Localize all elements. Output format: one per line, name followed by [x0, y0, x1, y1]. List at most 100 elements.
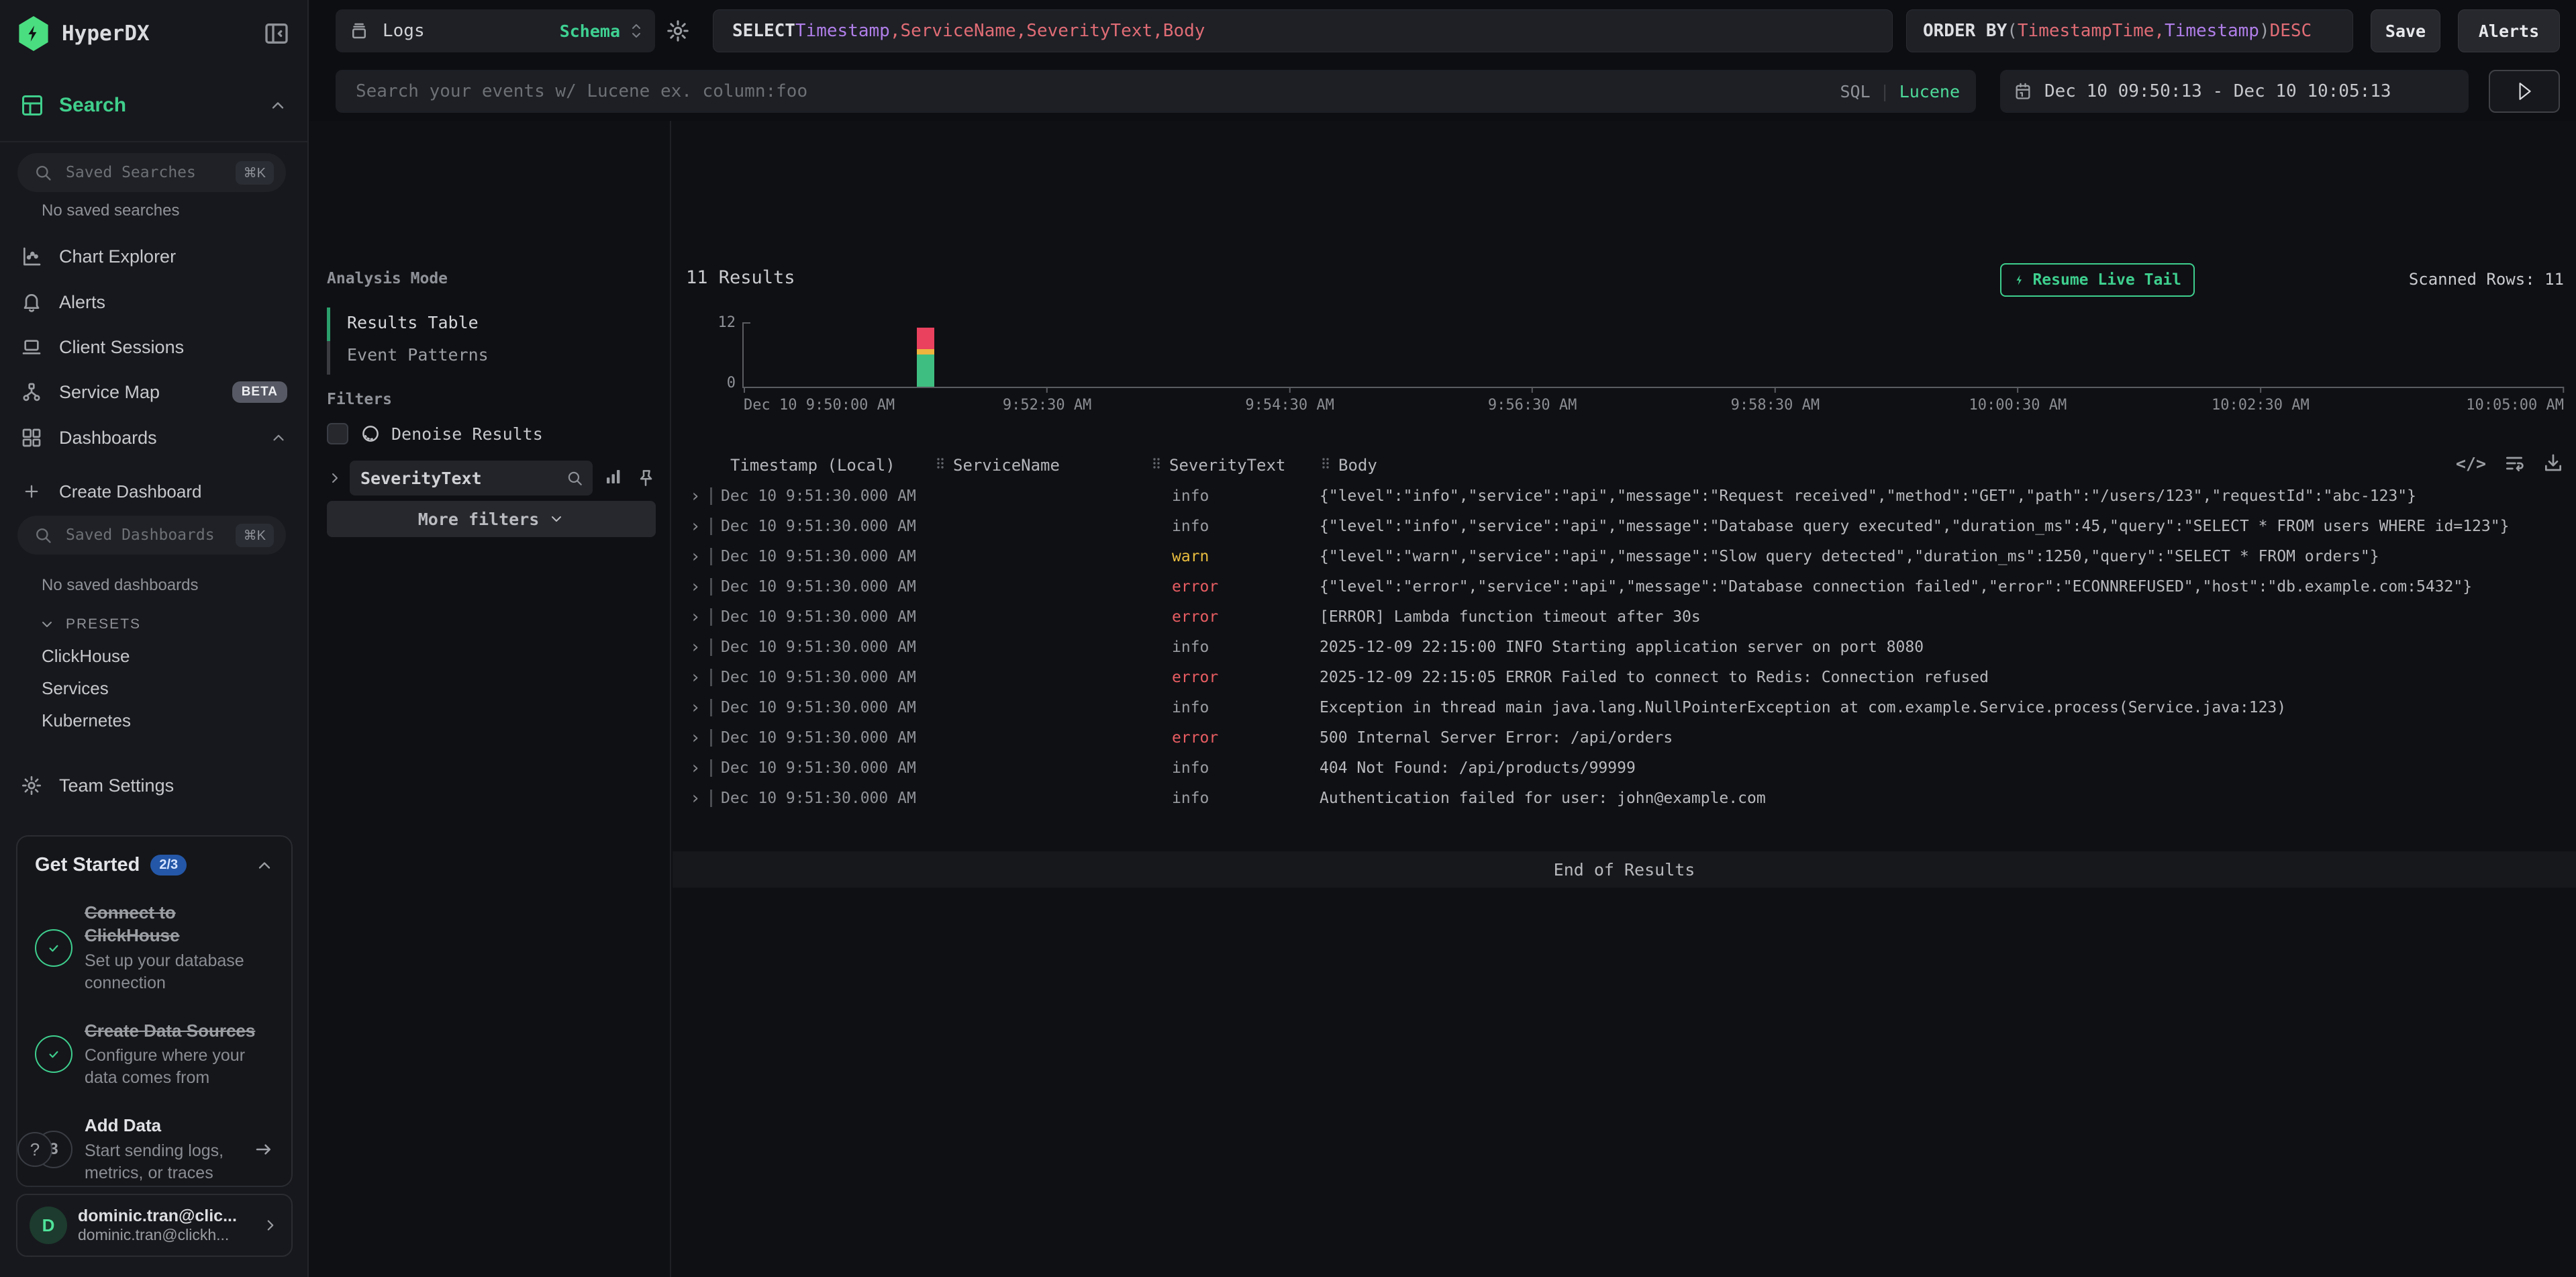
row-expand-chevron[interactable]: ›	[686, 577, 710, 597]
table-row[interactable]: › Dec 10 9:51:30.000 AM warn {"level":"w…	[686, 541, 2564, 571]
row-severity-bar	[710, 699, 712, 716]
shortcut-badge: ⌘K	[236, 161, 274, 185]
table-row[interactable]: › Dec 10 9:51:30.000 AM error {"level":"…	[686, 571, 2564, 602]
search-icon[interactable]	[566, 469, 583, 487]
sidebar-item-client-sessions[interactable]: Client Sessions	[0, 327, 307, 367]
preset-kubernetes[interactable]: Kubernetes	[42, 710, 131, 731]
x-axis-tick: 9:52:30 AM	[1003, 387, 1091, 414]
date-range-picker[interactable]: Dec 10 09:50:13 - Dec 10 10:05:13	[2000, 70, 2469, 113]
resume-live-tail-button[interactable]: Resume Live Tail	[2000, 263, 2195, 297]
orderby-clause-input[interactable]: ORDER BY (TimestampTime, Timestamp) DESC	[1906, 9, 2353, 52]
create-dashboard-button[interactable]: Create Dashboard	[0, 474, 307, 509]
row-expand-chevron[interactable]: ›	[686, 547, 710, 567]
row-timestamp: Dec 10 9:51:30.000 AM	[721, 790, 934, 807]
chevron-up-icon[interactable]	[270, 429, 287, 446]
query-language-toggle[interactable]: SQL | Lucene	[1840, 82, 1960, 101]
table-row[interactable]: › Dec 10 9:51:30.000 AM error 500 Intern…	[686, 722, 2564, 753]
preset-services[interactable]: Services	[42, 678, 109, 699]
sidebar-item-alerts[interactable]: Alerts	[0, 282, 307, 322]
histogram-plot[interactable]: Dec 10 9:50:00 AM9:52:30 AM9:54:30 AM9:5…	[742, 322, 2564, 388]
get-started-item-desc: Set up your database connection	[85, 950, 274, 994]
table-row[interactable]: › Dec 10 9:51:30.000 AM error 2025-12-09…	[686, 662, 2564, 692]
table-row[interactable]: › Dec 10 9:51:30.000 AM info Authenticat…	[686, 783, 2564, 813]
calendar-icon	[2014, 82, 2032, 101]
get-started-header[interactable]: Get Started 2/3	[35, 854, 274, 876]
row-body: 2025-12-09 22:15:00 INFO Starting applic…	[1311, 638, 2564, 656]
mode-results-table[interactable]: Results Table	[347, 313, 479, 332]
select-clause-input[interactable]: SELECT Timestamp,ServiceName,SeverityTex…	[713, 9, 1893, 52]
denoise-results-toggle[interactable]: Denoise Results	[327, 423, 543, 444]
code-view-icon[interactable]: </>	[2456, 454, 2486, 473]
column-header-body[interactable]: Body </>	[1311, 455, 2564, 475]
download-icon[interactable]	[2542, 453, 2564, 474]
pin-icon[interactable]	[636, 468, 656, 488]
histogram-stacked-bar[interactable]	[917, 322, 934, 387]
get-started-item-sources[interactable]: Create Data Sources Configure where your…	[35, 1020, 274, 1090]
table-row[interactable]: › Dec 10 9:51:30.000 AM info 404 Not Fou…	[686, 753, 2564, 783]
sql-token: DESC	[2270, 21, 2312, 41]
table-row[interactable]: › Dec 10 9:51:30.000 AM info {"level":"i…	[686, 511, 2564, 541]
sidebar-item-search[interactable]: Search	[0, 86, 307, 125]
sidebar-item-service-map[interactable]: Service Map BETA	[0, 372, 307, 412]
bar-chart-icon[interactable]	[603, 467, 624, 490]
row-expand-chevron[interactable]: ›	[686, 637, 710, 657]
row-expand-chevron[interactable]: ›	[686, 667, 710, 688]
row-expand-chevron[interactable]: ›	[686, 758, 710, 778]
column-header-timestamp[interactable]: Timestamp (Local)	[721, 456, 934, 475]
table-row[interactable]: › Dec 10 9:51:30.000 AM error [ERROR] La…	[686, 602, 2564, 632]
row-severity-bar	[710, 790, 712, 807]
row-timestamp: Dec 10 9:51:30.000 AM	[721, 608, 934, 626]
saved-searches-input-wrap: ⌘K	[17, 153, 286, 192]
drag-handle-icon[interactable]	[1150, 455, 1162, 475]
source-label: Logs	[383, 21, 560, 41]
sidebar-item-chart-explorer[interactable]: Chart Explorer	[0, 236, 307, 277]
row-expand-chevron[interactable]: ›	[686, 788, 710, 808]
sidebar-item-dashboards[interactable]: Dashboards	[0, 418, 307, 458]
save-button[interactable]: Save	[2371, 9, 2440, 52]
preset-clickhouse[interactable]: ClickHouse	[42, 646, 130, 667]
presets-toggle[interactable]: PRESETS	[39, 616, 141, 632]
wrap-lines-icon[interactable]	[2504, 453, 2525, 474]
row-expand-chevron[interactable]: ›	[686, 486, 710, 506]
run-query-button[interactable]	[2489, 70, 2560, 113]
mode-event-patterns[interactable]: Event Patterns	[347, 345, 489, 365]
alerts-button[interactable]: Alerts	[2458, 9, 2560, 52]
severity-filter-field[interactable]: SeverityText	[350, 461, 593, 495]
row-expand-chevron[interactable]: ›	[686, 698, 710, 718]
chevron-up-icon[interactable]	[255, 856, 274, 875]
logs-source-icon	[349, 21, 369, 41]
row-expand-chevron[interactable]: ›	[686, 607, 710, 627]
sidebar-collapse-icon[interactable]	[263, 20, 290, 47]
source-select[interactable]: Logs Schema	[336, 9, 655, 52]
column-header-severitytext[interactable]: SeverityText	[1150, 455, 1311, 475]
sidebar-item-label: Alerts	[59, 292, 287, 313]
table-row[interactable]: › Dec 10 9:51:30.000 AM info 2025-12-09 …	[686, 632, 2564, 662]
saved-searches-input[interactable]	[64, 163, 236, 182]
denoise-checkbox[interactable]	[327, 423, 348, 444]
drag-handle-icon[interactable]	[1320, 455, 1332, 475]
column-header-servicename[interactable]: ServiceName	[934, 455, 1150, 475]
drag-handle-icon[interactable]	[934, 455, 946, 475]
more-filters-button[interactable]: More filters	[327, 501, 656, 537]
chevron-right-icon[interactable]	[327, 470, 343, 486]
row-expand-chevron[interactable]: ›	[686, 728, 710, 748]
source-settings-gear-icon[interactable]	[666, 19, 690, 43]
row-severity: error	[1150, 729, 1311, 747]
get-started-item-connect[interactable]: Connect to ClickHouse Set up your databa…	[35, 902, 274, 994]
table-row[interactable]: › Dec 10 9:51:30.000 AM info Exception i…	[686, 692, 2564, 722]
chevron-up-icon[interactable]	[268, 96, 287, 115]
help-button[interactable]: ?	[17, 1132, 52, 1167]
row-expand-chevron[interactable]: ›	[686, 516, 710, 536]
lucene-toggle[interactable]: Lucene	[1899, 82, 1960, 101]
event-search-input[interactable]	[354, 81, 1840, 102]
get-started-item-title: Connect to ClickHouse	[85, 902, 274, 947]
sidebar-item-label: Chart Explorer	[59, 246, 287, 267]
get-started-item-add-data[interactable]: 3 Add Data Start sending logs, metrics, …	[35, 1115, 274, 1184]
chevron-right-icon	[262, 1217, 279, 1234]
saved-dashboards-input[interactable]	[64, 526, 236, 545]
profile-menu[interactable]: D dominic.tran@clic... dominic.tran@clic…	[16, 1194, 293, 1257]
search-icon	[34, 163, 52, 182]
table-row[interactable]: › Dec 10 9:51:30.000 AM info {"level":"i…	[686, 481, 2564, 511]
sidebar-item-team-settings[interactable]: Team Settings	[0, 765, 307, 806]
sql-toggle[interactable]: SQL	[1840, 82, 1870, 101]
